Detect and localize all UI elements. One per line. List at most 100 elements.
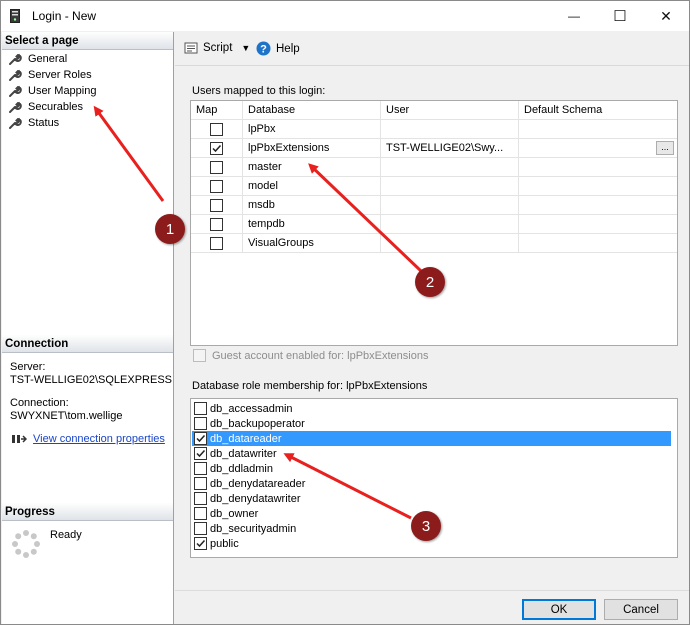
schema-cell[interactable] <box>519 120 677 139</box>
map-cell <box>191 139 243 158</box>
view-connection-properties-link[interactable]: View connection properties <box>33 433 165 445</box>
dropdown-arrow-icon[interactable]: ▼ <box>241 43 250 53</box>
guest-account-label: Guest account enabled for: lpPbxExtensio… <box>212 349 429 362</box>
role-checkbox[interactable] <box>194 507 207 520</box>
wrench-icon <box>9 117 22 129</box>
role-name: db_securityadmin <box>210 522 297 535</box>
script-label: Script <box>203 42 233 54</box>
progress-header: Progress <box>2 503 173 521</box>
progress-status: Ready <box>50 529 82 541</box>
page-securables[interactable]: Securables <box>8 99 83 115</box>
database-cell: model <box>243 177 381 196</box>
map-checkbox[interactable] <box>210 161 223 174</box>
column-header[interactable]: Database <box>243 101 381 120</box>
user-cell[interactable] <box>381 196 519 215</box>
role-name: db_backupoperator <box>210 417 305 430</box>
spinner-icon <box>12 530 40 558</box>
schema-cell[interactable]: ... <box>519 139 677 158</box>
schema-cell[interactable] <box>519 234 677 253</box>
user-cell[interactable] <box>381 215 519 234</box>
page-label: General <box>28 53 68 65</box>
user-cell[interactable] <box>381 158 519 177</box>
user-cell[interactable] <box>381 234 519 253</box>
connection-label: Connection: <box>10 397 69 409</box>
role-item[interactable]: db_accessadmin <box>192 401 671 416</box>
role-item[interactable]: db_ddladmin <box>192 461 671 476</box>
role-checkbox[interactable] <box>194 447 207 460</box>
role-checkbox[interactable] <box>194 522 207 535</box>
map-cell <box>191 234 243 253</box>
page-status[interactable]: Status <box>8 115 59 131</box>
close-icon: ✕ <box>660 7 672 24</box>
column-header[interactable]: User <box>381 101 519 120</box>
role-checkbox[interactable] <box>194 402 207 415</box>
table-row[interactable]: lpPbxExtensions TST-WELLIGE02\Swy...... <box>191 139 677 158</box>
help-icon: ? <box>256 41 271 56</box>
button-bar: OK Cancel <box>175 590 689 624</box>
schema-cell[interactable] <box>519 158 677 177</box>
wrench-icon <box>9 85 22 97</box>
table-row[interactable]: VisualGroups <box>191 234 677 253</box>
role-checkbox[interactable] <box>194 417 207 430</box>
login-dialog: Login - New — ☐ ✕ Select a page General … <box>0 0 690 625</box>
map-checkbox[interactable] <box>210 199 223 212</box>
map-checkbox[interactable] <box>210 218 223 231</box>
table-row[interactable]: model <box>191 177 677 196</box>
wrench-icon <box>9 69 22 81</box>
close-button[interactable]: ✕ <box>643 1 689 31</box>
role-checkbox[interactable] <box>194 477 207 490</box>
script-icon <box>184 42 198 54</box>
ok-button[interactable]: OK <box>522 599 596 620</box>
browse-schema-button[interactable]: ... <box>656 141 674 155</box>
minimize-button[interactable]: — <box>551 1 597 31</box>
column-header[interactable]: Map <box>191 101 243 120</box>
role-item[interactable]: db_backupoperator <box>192 416 671 431</box>
table-row[interactable]: master <box>191 158 677 177</box>
server-icon <box>10 9 20 23</box>
script-button[interactable]: Script ▼ <box>184 41 250 55</box>
maximize-icon: ☐ <box>613 8 627 25</box>
map-checkbox[interactable] <box>210 180 223 193</box>
role-checkbox[interactable] <box>194 537 207 550</box>
maximize-button[interactable]: ☐ <box>597 1 643 31</box>
user-cell[interactable] <box>381 177 519 196</box>
map-cell <box>191 215 243 234</box>
user-cell[interactable] <box>381 120 519 139</box>
schema-cell[interactable] <box>519 177 677 196</box>
connection-properties-icon <box>12 435 27 443</box>
role-checkbox[interactable] <box>194 432 207 445</box>
toolbar: Script ▼ ? Help <box>175 32 689 66</box>
role-item[interactable]: db_datawriter <box>192 446 671 461</box>
schema-cell[interactable] <box>519 196 677 215</box>
role-item[interactable]: db_datareader <box>192 431 671 446</box>
help-button[interactable]: ? Help <box>256 41 300 56</box>
role-item[interactable]: db_denydatareader <box>192 476 671 491</box>
page-label: User Mapping <box>28 85 97 97</box>
page-user-mapping[interactable]: User Mapping <box>8 83 96 99</box>
cancel-button[interactable]: Cancel <box>604 599 678 620</box>
table-row[interactable]: lpPbx <box>191 120 677 139</box>
table-row[interactable]: tempdb <box>191 215 677 234</box>
role-name: db_datareader <box>210 432 282 445</box>
map-checkbox[interactable] <box>210 142 223 155</box>
map-cell <box>191 120 243 139</box>
role-name: db_owner <box>210 507 259 520</box>
database-cell: lpPbx <box>243 120 381 139</box>
server-value: TST-WELLIGE02\SQLEXPRESS <box>10 374 173 386</box>
schema-cell[interactable] <box>519 215 677 234</box>
role-item[interactable]: db_denydatawriter <box>192 491 671 506</box>
map-checkbox[interactable] <box>210 123 223 136</box>
table-row[interactable]: msdb <box>191 196 677 215</box>
main-panel: Script ▼ ? Help Users mapped to this log… <box>175 32 689 590</box>
page-general[interactable]: General <box>8 51 67 67</box>
guest-account-checkbox <box>193 349 206 362</box>
map-checkbox[interactable] <box>210 237 223 250</box>
page-server-roles[interactable]: Server Roles <box>8 67 92 83</box>
role-checkbox[interactable] <box>194 462 207 475</box>
wrench-icon <box>9 101 22 113</box>
role-checkbox[interactable] <box>194 492 207 505</box>
grid-header: Map Database User Default Schema <box>191 101 677 120</box>
user-cell[interactable]: TST-WELLIGE02\Swy... <box>381 139 519 158</box>
column-header[interactable]: Default Schema <box>519 101 677 120</box>
server-label: Server: <box>10 361 46 373</box>
